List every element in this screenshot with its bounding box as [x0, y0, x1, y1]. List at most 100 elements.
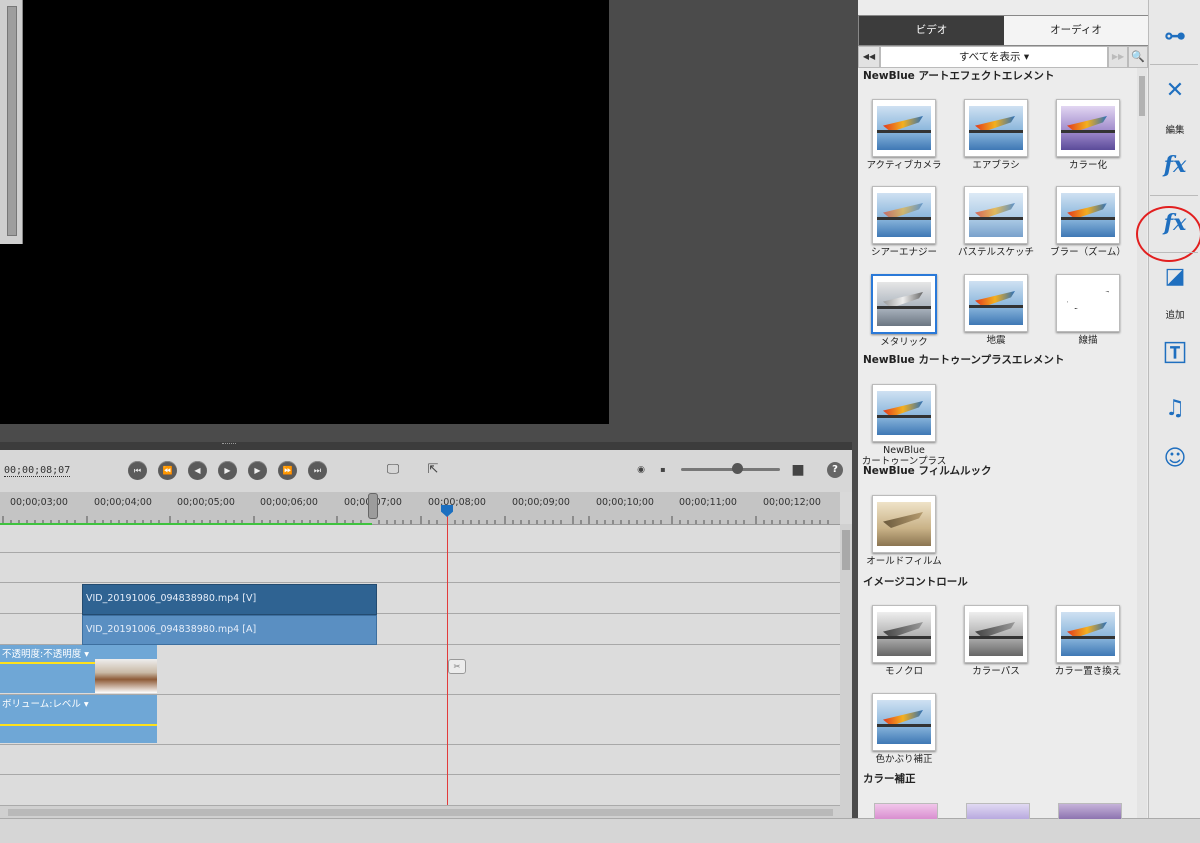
effect-item[interactable]: NewBlue カートゥーンプラス: [859, 384, 949, 467]
effect-label: シアーエナジー: [871, 247, 937, 258]
effect-label: カラー化: [1068, 160, 1107, 171]
expand-icon[interactable]: ▶▶: [1108, 46, 1128, 68]
work-area-marker[interactable]: [368, 493, 378, 519]
effect-thumbnail: [1056, 186, 1120, 244]
goto-start-button[interactable]: ⏮: [128, 461, 147, 480]
toolbar-divider: [1150, 252, 1198, 253]
left-scroll-thumb[interactable]: [7, 6, 17, 236]
fullscreen-icon[interactable]: ⇱: [422, 461, 444, 479]
zoom-slider-knob[interactable]: [732, 463, 743, 474]
prev-edit-button[interactable]: ⏪: [158, 461, 177, 480]
effect-item[interactable]: パステルスケッチ: [951, 186, 1041, 258]
track-view-icon[interactable]: ◉: [630, 461, 652, 479]
scroll-thumb[interactable]: [842, 530, 850, 570]
effect-thumbnail: [1056, 99, 1120, 157]
render-icon[interactable]: 🖵: [382, 461, 404, 479]
effect-label: エアブラシ: [972, 160, 1020, 171]
effect-item[interactable]: 色かぶり補正: [859, 693, 949, 765]
annotation-circle: [1136, 206, 1200, 262]
effect-label: パステルスケッチ: [957, 247, 1034, 258]
clip-opacity-label: 不透明度:不透明度 ▾: [2, 649, 89, 660]
video-preview[interactable]: [0, 0, 609, 424]
effect-item[interactable]: カラーパス: [951, 605, 1041, 677]
audio-clip[interactable]: VID_20191006_094838980.mp4 [A]: [82, 615, 377, 645]
scroll-thumb[interactable]: [1139, 76, 1145, 116]
scissors-icon[interactable]: ✂: [448, 659, 466, 674]
adjust-icon[interactable]: ⊶: [1160, 22, 1190, 52]
effect-thumbnail[interactable]: [966, 803, 1030, 819]
splitter-grip[interactable]: [222, 443, 236, 446]
effect-label: アクティブカメラ: [866, 160, 942, 171]
effect-thumbnail[interactable]: [1058, 803, 1122, 819]
effect-item[interactable]: 線描: [1043, 274, 1133, 346]
timeline-track[interactable]: [0, 553, 840, 583]
current-timecode[interactable]: 00;00;08;07: [4, 465, 71, 477]
search-icon[interactable]: 🔍: [1128, 46, 1148, 68]
video-clip[interactable]: VID_20191006_094838980.mp4 [V]: [82, 584, 377, 615]
effect-item[interactable]: モノクロ: [859, 605, 949, 677]
ruler-label: 00;00;05;00: [177, 497, 235, 508]
toolbar-divider: [1150, 64, 1198, 65]
timeline-track[interactable]: [0, 775, 840, 806]
category-dropdown[interactable]: すべてを表示 ▾: [880, 46, 1108, 68]
graphics-icon[interactable]: ☺: [1160, 444, 1190, 474]
section-title: イメージコントロール: [863, 576, 968, 588]
status-bar: [0, 818, 1200, 843]
effect-item[interactable]: 地震: [951, 274, 1041, 346]
toolbar-label-edit: 編集: [1165, 125, 1185, 136]
effect-thumbnail[interactable]: [874, 803, 938, 819]
effect-label: 色かぶり補正: [875, 754, 933, 765]
fx-edit-icon[interactable]: fx: [1160, 150, 1190, 180]
tab-video[interactable]: ビデオ: [859, 16, 1004, 45]
music-icon[interactable]: ♫: [1160, 394, 1190, 424]
effect-label: NewBlue: [883, 445, 925, 456]
effects-scrollbar[interactable]: [1137, 68, 1147, 818]
collapse-icon[interactable]: ◀◀: [858, 46, 880, 68]
toolbar-label-add: 追加: [1165, 310, 1185, 321]
ruler-label: 00;00;04;00: [94, 497, 152, 508]
ruler-label: 00;00;03;00: [10, 497, 68, 508]
zoom-in-icon[interactable]: ■: [787, 461, 809, 479]
ruler-label: 00;00;08;00: [428, 497, 486, 508]
effect-item[interactable]: シアーエナジー: [859, 186, 949, 258]
effect-thumbnail: [964, 605, 1028, 663]
timeline-track[interactable]: [0, 525, 840, 553]
effect-thumbnail: [871, 274, 937, 334]
step-back-button[interactable]: ◀: [188, 461, 207, 480]
timeline-hscroll[interactable]: [0, 805, 840, 819]
effect-item[interactable]: ブラー（ズーム）: [1043, 186, 1133, 258]
play-button[interactable]: ▶: [218, 461, 237, 480]
effect-item[interactable]: カラー置き換え: [1043, 605, 1133, 677]
effect-item[interactable]: カラー化: [1043, 99, 1133, 171]
clip-volume[interactable]: ボリューム:レベル ▾: [0, 695, 157, 743]
help-icon[interactable]: ?: [827, 462, 843, 478]
effect-item-selected[interactable]: メタリック: [859, 274, 949, 348]
transition-icon[interactable]: ◪: [1160, 262, 1190, 292]
panel-splitter[interactable]: [0, 442, 852, 450]
effect-thumbnail: [1056, 274, 1120, 332]
title-icon[interactable]: 🅃: [1160, 340, 1190, 370]
scroll-thumb[interactable]: [8, 809, 833, 816]
tools-icon[interactable]: ✕: [1160, 76, 1190, 106]
zoom-slider[interactable]: [681, 468, 780, 471]
timeline-track[interactable]: [0, 745, 840, 775]
tab-audio[interactable]: オーディオ: [1004, 16, 1148, 45]
effect-thumbnail: [872, 384, 936, 442]
goto-end-button[interactable]: ⏭: [308, 461, 327, 480]
effect-item[interactable]: オールドフィルム: [859, 495, 949, 567]
effect-item[interactable]: エアブラシ: [951, 99, 1041, 171]
effect-label: メタリック: [880, 337, 928, 348]
left-panel-scroll[interactable]: [0, 0, 23, 244]
section-title: NewBlue アートエフェクトエレメント: [863, 70, 1055, 82]
effect-thumbnail: [964, 274, 1028, 332]
step-forward-button[interactable]: ▶: [248, 461, 267, 480]
timeline-vscroll[interactable]: [840, 524, 852, 818]
effect-thumbnail: [872, 186, 936, 244]
volume-keyline[interactable]: [0, 724, 157, 726]
effect-item[interactable]: アクティブカメラ: [859, 99, 949, 171]
zoom-out-icon[interactable]: ▪: [652, 461, 674, 479]
effect-thumbnail: [872, 605, 936, 663]
next-edit-button[interactable]: ⏩: [278, 461, 297, 480]
ruler-label: 00;00;09;00: [512, 497, 570, 508]
ruler-label: 00;00;11;00: [679, 497, 737, 508]
